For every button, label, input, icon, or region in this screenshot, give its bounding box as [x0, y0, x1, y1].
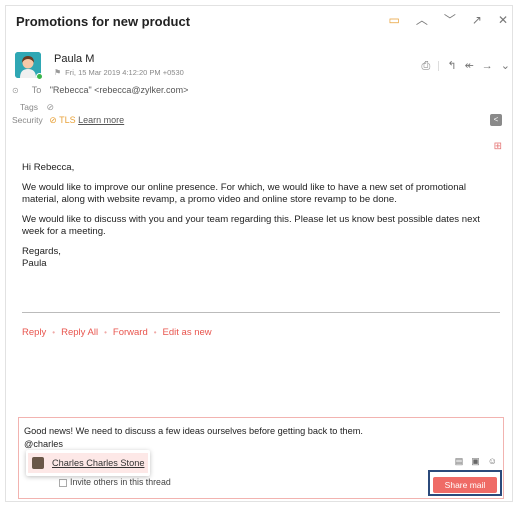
attach-icon[interactable]: ▣	[471, 453, 480, 469]
email-body: Hi Rebecca, We would like to improve our…	[22, 162, 502, 270]
avatar	[32, 457, 44, 469]
body-signature: Paula	[22, 258, 47, 269]
reply-links: Reply • Reply All • Forward • Edit as ne…	[22, 327, 212, 338]
body-paragraph: We would like to improve our online pres…	[22, 182, 467, 205]
reply-all-icon[interactable]: ↞	[465, 58, 474, 74]
edit-as-new-link[interactable]: Edit as new	[163, 327, 212, 338]
compose-line: Good news! We need to discuss a few idea…	[24, 426, 363, 436]
tags-label: Tags	[20, 102, 38, 112]
chevron-up-icon[interactable]: ︿	[416, 12, 428, 28]
security-label: Security	[12, 115, 43, 125]
body-divider	[22, 312, 500, 313]
online-status-dot	[36, 73, 43, 80]
body-greeting: Hi Rebecca,	[22, 162, 75, 173]
separator-dot: •	[104, 328, 107, 337]
message-actions: ⎙ ↰ ↞ → ⌄	[422, 58, 510, 74]
format-icon[interactable]: ▤	[455, 453, 464, 469]
to-value[interactable]: "Rebecca" <rebecca@zylker.com>	[50, 85, 189, 95]
share-button-focus: Share mail	[428, 470, 502, 496]
forward-icon[interactable]: →	[482, 58, 493, 74]
chevron-down-icon[interactable]: ﹀	[444, 12, 456, 28]
tls-check-icon: ⊘	[49, 115, 57, 125]
book-icon[interactable]: ⊞	[494, 141, 502, 152]
invite-text: Invite others in this thread	[70, 477, 171, 487]
to-label: To	[31, 85, 42, 95]
learn-more-link[interactable]: Learn more	[78, 115, 124, 125]
compose-toolbar: ▤ ▣ ☺	[455, 453, 497, 469]
invite-checkbox[interactable]	[59, 478, 67, 487]
mention-name: Charles Charles Stone	[52, 458, 145, 468]
notes-icon[interactable]: ▭	[389, 12, 400, 28]
mention-suggestions: Charles Charles Stone	[26, 450, 150, 476]
tags-row: Tags ⊘	[12, 102, 54, 113]
tag-icon[interactable]: ⊘	[47, 102, 55, 112]
sender-date-text: Fri, 15 Mar 2019 4:12:20 PM +0530	[65, 68, 184, 77]
mention-suggestion-item[interactable]: Charles Charles Stone	[28, 453, 148, 473]
share-mail-button[interactable]: Share mail	[433, 477, 497, 493]
sender-date: ⚑ Fri, 15 Mar 2019 4:12:20 PM +0530	[54, 68, 184, 77]
close-icon[interactable]: ✕	[498, 12, 508, 28]
flag-icon[interactable]: ⚑	[54, 68, 61, 77]
to-row: ⊙ To "Rebecca" <rebecca@zylker.com>	[12, 85, 188, 95]
reply-all-link[interactable]: Reply All	[61, 327, 98, 338]
tls-label: TLS	[59, 115, 76, 125]
body-paragraph: We would like to discuss with you and yo…	[22, 214, 480, 237]
forward-link[interactable]: Forward	[113, 327, 148, 338]
divider	[438, 61, 440, 71]
reply-icon[interactable]: ↰	[447, 58, 456, 74]
emoji-icon[interactable]: ☺	[488, 453, 497, 469]
share-icon[interactable]: <	[490, 114, 502, 126]
reply-link[interactable]: Reply	[22, 327, 46, 338]
sender-name[interactable]: Paula M	[54, 53, 94, 65]
invite-option[interactable]: Invite others in this thread	[59, 477, 171, 487]
compose-input[interactable]: Good news! We need to discuss a few idea…	[24, 425, 363, 451]
top-toolbar: ▭ ︿ ﹀ ↗ ✕	[389, 12, 509, 28]
security-row: Security ⊘ TLS Learn more	[12, 115, 124, 126]
print-icon[interactable]: ⎙	[422, 58, 431, 74]
email-subject: Promotions for new product	[16, 14, 191, 29]
expand-icon[interactable]: ⊙	[12, 86, 19, 95]
separator-dot: •	[52, 328, 56, 337]
body-signoff: Regards,	[22, 246, 61, 257]
popout-icon[interactable]: ↗	[472, 12, 482, 28]
more-options-icon[interactable]: ⌄	[501, 58, 510, 74]
separator-dot: •	[153, 328, 157, 337]
